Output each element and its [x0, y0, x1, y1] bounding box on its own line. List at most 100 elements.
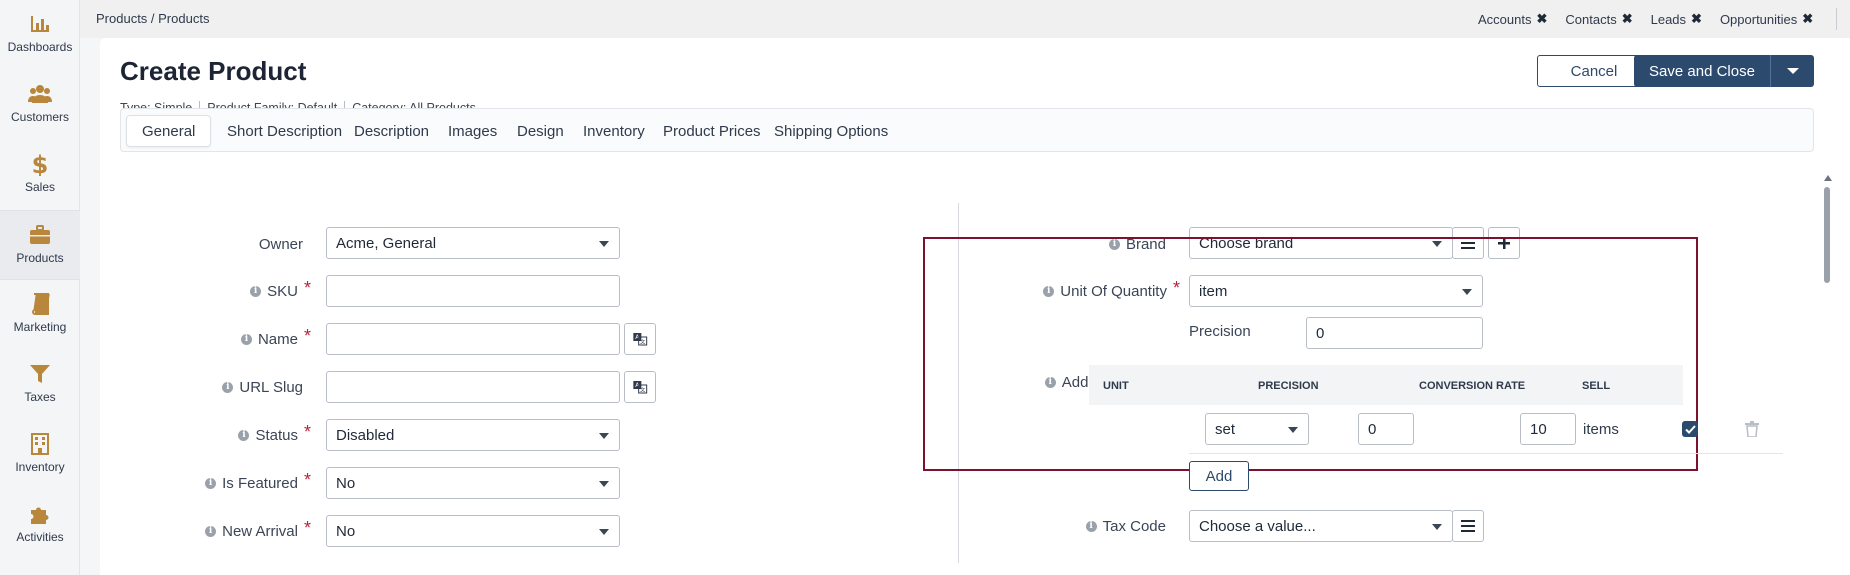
required-marker: *	[303, 517, 311, 538]
chevron-down-icon	[599, 529, 609, 535]
pinned-tab-label: Accounts	[1478, 11, 1532, 27]
tab-bar: General Short Description Description Im…	[120, 108, 1814, 152]
scrollbar-thumb[interactable]	[1824, 187, 1830, 283]
sidebar-item-label: Dashboards	[7, 40, 73, 54]
pinned-tab-contacts[interactable]: Contacts ✖	[1565, 11, 1632, 27]
tab-general[interactable]: General	[126, 115, 212, 147]
page-title: Create Product	[120, 56, 307, 86]
info-icon[interactable]: i	[205, 525, 217, 537]
users-icon	[28, 85, 52, 103]
breadcrumb[interactable]: Products / Products	[96, 11, 209, 26]
label-text: Tax Code	[1102, 517, 1166, 535]
sidebar-item-label: Marketing	[13, 320, 67, 334]
label-text: New Arrival	[222, 522, 298, 540]
column-header-sell: SELL	[1582, 380, 1611, 392]
chevron-down-icon	[1462, 289, 1472, 295]
name-input[interactable]	[326, 323, 620, 355]
sidebar-item-activities[interactable]: Activities	[0, 490, 80, 560]
funnel-icon	[30, 365, 50, 383]
info-icon[interactable]: i	[250, 285, 262, 297]
chevron-down-icon	[1432, 524, 1442, 530]
close-icon[interactable]: ✖	[1536, 11, 1547, 27]
sku-input[interactable]	[326, 275, 620, 307]
close-icon[interactable]: ✖	[1802, 11, 1813, 27]
tab-short-description[interactable]: Short Description	[227, 115, 342, 147]
select-value: No	[336, 522, 356, 540]
select-value: Choose a value...	[1199, 517, 1316, 535]
tab-images[interactable]: Images	[448, 115, 497, 147]
new-arrival-select[interactable]: No	[326, 515, 620, 547]
info-icon[interactable]: i	[205, 477, 217, 489]
select-value: Acme, General	[336, 234, 437, 252]
briefcase-icon	[30, 225, 50, 244]
additional-unit-select[interactable]: set	[1205, 413, 1309, 445]
tab-design[interactable]: Design	[517, 115, 564, 147]
label-text: Unit Of Quantity	[1060, 282, 1167, 300]
sidebar-item-label: Products	[16, 251, 64, 265]
is-featured-label: i Is Featured *	[160, 470, 311, 495]
owner-select[interactable]: Acme, General	[326, 227, 620, 259]
unit-of-quantity-select[interactable]: item	[1189, 275, 1483, 307]
chevron-down-icon	[599, 241, 609, 247]
translate-name-button[interactable]: A文	[624, 323, 656, 355]
tab-description[interactable]: Description	[354, 115, 429, 147]
info-icon[interactable]: i	[1043, 285, 1055, 297]
input-value: 10	[1530, 420, 1547, 438]
tax-code-select[interactable]: Choose a value...	[1189, 510, 1453, 542]
sidebar-item-customers[interactable]: Customers	[0, 70, 80, 140]
sidebar-item-products[interactable]: Products	[0, 210, 80, 280]
sell-checkbox[interactable]	[1682, 421, 1698, 437]
tax-code-list-button[interactable]	[1452, 510, 1484, 542]
sidebar-item-sales[interactable]: $ Sales	[0, 140, 80, 210]
precision-input[interactable]: 0	[1306, 317, 1483, 349]
page-scrollbar[interactable]	[1824, 175, 1832, 575]
translate-slug-button[interactable]: A文	[624, 371, 656, 403]
sidebar-item-taxes[interactable]: Taxes	[0, 350, 80, 420]
pinned-tab-leads[interactable]: Leads ✖	[1651, 11, 1702, 27]
sidebar-item-marketing[interactable]: Marketing	[0, 280, 80, 350]
units-row-separator	[1189, 453, 1783, 454]
save-options-dropdown[interactable]	[1770, 55, 1814, 87]
pinned-tab-accounts[interactable]: Accounts ✖	[1478, 11, 1547, 27]
trash-icon[interactable]	[1745, 421, 1759, 437]
label-text: URL Slug	[239, 378, 303, 396]
info-icon[interactable]: i	[1085, 520, 1097, 532]
puzzle-icon	[31, 507, 49, 524]
input-value: 0	[1368, 420, 1377, 438]
chevron-down-icon	[599, 481, 609, 487]
scroll-up-icon[interactable]	[1824, 175, 1832, 181]
sidebar-item-dashboards[interactable]: Dashboards	[0, 0, 80, 70]
info-icon[interactable]: i	[222, 381, 234, 393]
tab-shipping-options[interactable]: Shipping Options	[774, 115, 888, 147]
column-header-conversion-rate: CONVERSION RATE	[1419, 380, 1526, 392]
list-icon	[1461, 520, 1475, 532]
translate-icon: A文	[633, 333, 648, 346]
label-text: Status	[255, 426, 298, 444]
required-marker: *	[303, 421, 311, 442]
pinned-tab-label: Opportunities	[1719, 11, 1798, 27]
chevron-down-icon	[1786, 68, 1799, 74]
column-header-precision: PRECISION	[1258, 380, 1319, 392]
conversion-rate-input[interactable]: 10	[1520, 413, 1576, 445]
info-icon[interactable]: i	[240, 333, 252, 345]
is-featured-select[interactable]: No	[326, 467, 620, 499]
close-icon[interactable]: ✖	[1622, 11, 1633, 27]
save-and-close-button[interactable]: Save and Close	[1634, 55, 1770, 87]
tab-inventory[interactable]: Inventory	[583, 115, 645, 147]
info-icon[interactable]: i	[238, 429, 250, 441]
conversion-rate-suffix: items	[1583, 421, 1619, 438]
chevron-down-icon	[599, 433, 609, 439]
pinned-tabs: Accounts ✖ Contacts ✖ Leads ✖ Opportunities…	[1478, 11, 1813, 27]
sidebar-item-inventory[interactable]: Inventory	[0, 420, 80, 490]
add-unit-button[interactable]: Add	[1189, 461, 1249, 491]
close-icon[interactable]: ✖	[1691, 11, 1702, 27]
status-select[interactable]: Disabled	[326, 419, 620, 451]
url-slug-input[interactable]	[326, 371, 620, 403]
sidebar-item-label: Customers	[10, 110, 69, 124]
info-icon[interactable]: i	[1044, 376, 1056, 388]
additional-unit-precision-input[interactable]: 0	[1358, 413, 1414, 445]
label-text: Owner	[258, 235, 303, 253]
pinned-tab-opportunities[interactable]: Opportunities ✖	[1720, 11, 1813, 27]
toolbar-divider	[1836, 8, 1837, 30]
tab-product-prices[interactable]: Product Prices	[663, 115, 761, 147]
